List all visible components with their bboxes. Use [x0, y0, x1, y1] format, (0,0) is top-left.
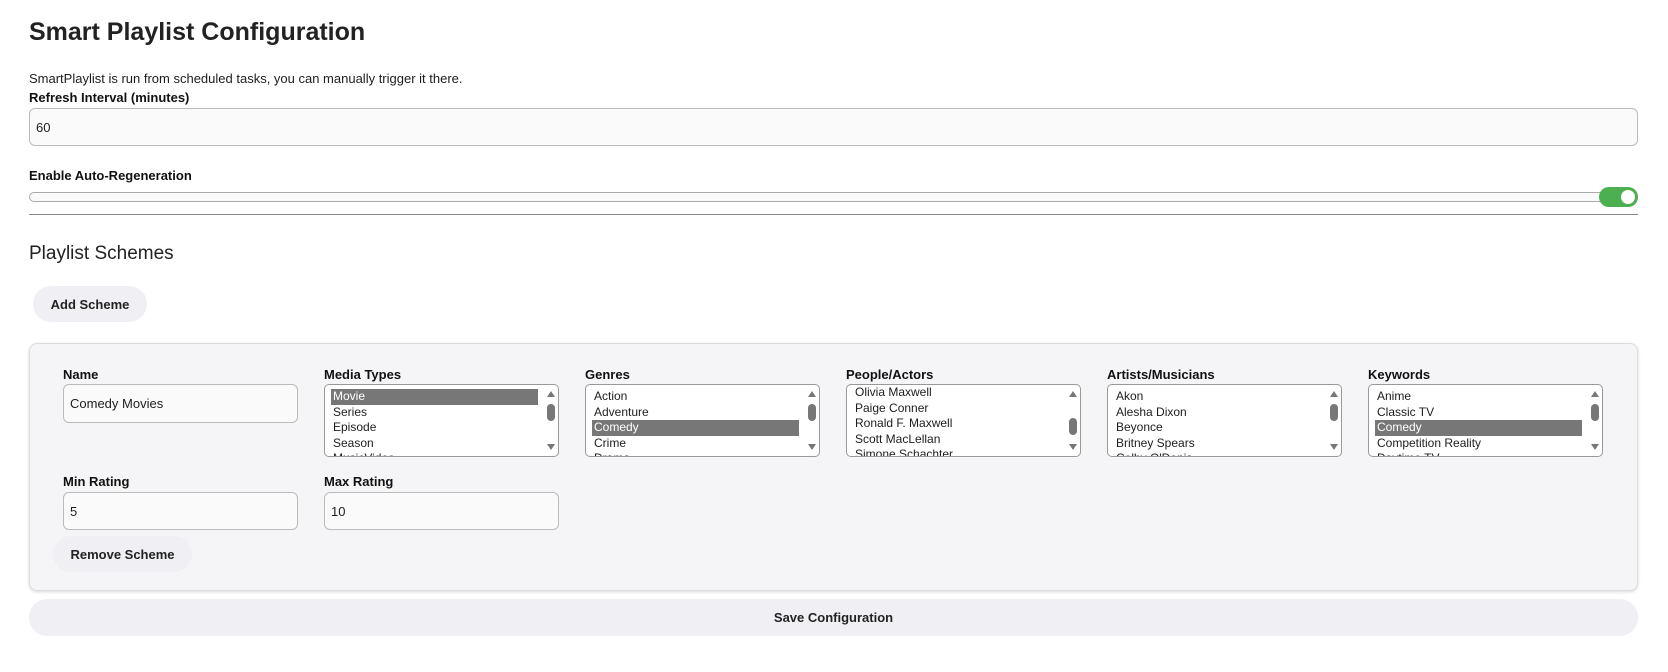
scroll-up-icon[interactable]	[808, 391, 816, 397]
option[interactable]: MusicVideo	[331, 451, 538, 456]
scroll-down-icon[interactable]	[1330, 444, 1338, 450]
auto-regeneration-label: Enable Auto-Regeneration	[29, 168, 192, 183]
scroll-down-icon[interactable]	[1591, 444, 1599, 450]
scroll-thumb[interactable]	[1591, 404, 1599, 421]
genres-label: Genres	[585, 367, 630, 382]
option[interactable]: Action	[592, 389, 799, 405]
option[interactable]: Classic TV	[1375, 405, 1582, 421]
auto-regeneration-toggle[interactable]	[1599, 187, 1638, 207]
option[interactable]: Daytime TV	[1375, 451, 1582, 456]
option[interactable]: Alesha Dixon	[1114, 405, 1321, 421]
option[interactable]: Ronald F. Maxwell	[853, 416, 1060, 432]
scrollbar[interactable]	[1591, 389, 1599, 452]
option[interactable]: Adventure	[592, 405, 799, 421]
option[interactable]: Paige Conner	[853, 401, 1060, 417]
scroll-thumb[interactable]	[547, 404, 555, 421]
artists-musicians-listbox[interactable]: AkonAlesha DixonBeyonceBritney SpearsCol…	[1107, 384, 1342, 457]
description: SmartPlaylist is run from scheduled task…	[29, 71, 463, 86]
option[interactable]: Series	[331, 405, 538, 421]
option[interactable]: Simone Schachter	[853, 447, 1060, 456]
option[interactable]: Britney Spears	[1114, 436, 1321, 452]
option[interactable]: Episode	[331, 420, 538, 436]
max-rating-input[interactable]: 10	[324, 492, 559, 530]
scroll-down-icon[interactable]	[808, 444, 816, 450]
auto-regeneration-track[interactable]	[29, 192, 1638, 202]
scroll-thumb[interactable]	[808, 404, 816, 421]
scroll-thumb[interactable]	[1069, 418, 1077, 435]
refresh-interval-input[interactable]: 60	[29, 108, 1638, 146]
name-label: Name	[63, 367, 99, 382]
option[interactable]: Movie	[331, 389, 538, 405]
min-rating-input[interactable]: 5	[63, 492, 298, 530]
option[interactable]: Comedy	[1375, 420, 1582, 436]
scroll-up-icon[interactable]	[547, 391, 555, 397]
keywords-label: Keywords	[1368, 367, 1431, 382]
add-scheme-button[interactable]: Add Scheme	[33, 286, 147, 322]
option[interactable]: Season	[331, 436, 538, 452]
save-configuration-button[interactable]: Save Configuration	[29, 599, 1638, 636]
option[interactable]: Comedy	[592, 420, 799, 436]
scroll-up-icon[interactable]	[1069, 391, 1077, 397]
option[interactable]: Olivia Maxwell	[853, 385, 1060, 401]
option[interactable]: Beyonce	[1114, 420, 1321, 436]
scrollbar[interactable]	[808, 389, 816, 452]
keywords-listbox[interactable]: Anime Classic TV Comedy Competition Reality…	[1368, 384, 1603, 457]
scroll-down-icon[interactable]	[1069, 444, 1077, 450]
scrollbar[interactable]	[547, 389, 555, 452]
media-types-listbox[interactable]: MovieSeriesEpisodeSeasonMusicVideo	[324, 384, 559, 457]
media-types-label: Media Types	[324, 367, 402, 382]
artists-musicians-label: Artists/Musicians	[1107, 367, 1215, 382]
scroll-down-icon[interactable]	[547, 444, 555, 450]
option[interactable]: Crime	[592, 436, 799, 452]
scroll-up-icon[interactable]	[1591, 391, 1599, 397]
remove-scheme-button[interactable]: Remove Scheme	[53, 536, 192, 572]
option[interactable]: Colby O'Donis	[1114, 451, 1321, 456]
refresh-interval-label: Refresh Interval (minutes)	[29, 90, 190, 105]
option[interactable]: Drama	[592, 451, 799, 456]
option[interactable]: Akon	[1114, 389, 1321, 405]
scroll-up-icon[interactable]	[1330, 391, 1338, 397]
divider	[29, 214, 1638, 215]
genres-listbox[interactable]: ActionAdventureComedyCrimeDrama	[585, 384, 820, 457]
schemes-title: Playlist Schemes	[29, 243, 174, 264]
option[interactable]: Scott MacLellan	[853, 432, 1060, 448]
scroll-thumb[interactable]	[1330, 404, 1338, 421]
scrollbar[interactable]	[1069, 389, 1077, 452]
max-rating-label: Max Rating	[324, 474, 394, 489]
option[interactable]: Anime	[1375, 389, 1582, 405]
name-input[interactable]: Comedy Movies	[63, 384, 298, 423]
scrollbar[interactable]	[1330, 389, 1338, 452]
min-rating-label: Min Rating	[63, 474, 130, 489]
people-actors-listbox[interactable]: Olivia Maxwell Paige Conner Ronald F. Maxw…	[846, 384, 1081, 457]
page-title: Smart Playlist Configuration	[29, 18, 366, 46]
option[interactable]: Competition Reality	[1375, 436, 1582, 452]
people-actors-label: People/Actors	[846, 367, 934, 382]
